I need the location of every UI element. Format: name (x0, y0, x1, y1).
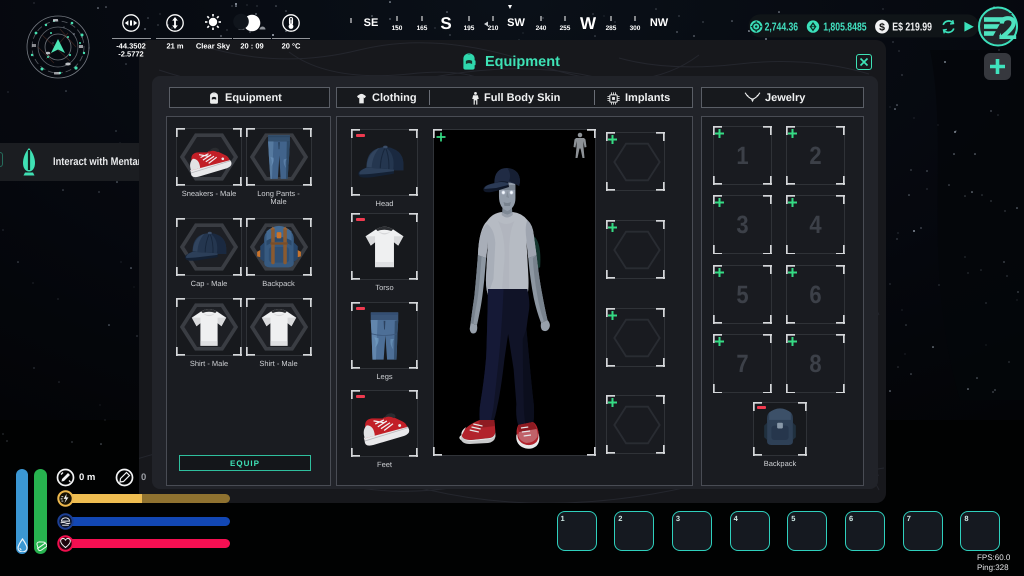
svg-text:150: 150 (392, 25, 403, 32)
svg-text:1,805.8485: 1,805.8485 (823, 22, 867, 34)
svg-text:2,744.36: 2,744.36 (765, 22, 799, 34)
svg-text:240: 240 (536, 25, 547, 32)
svg-text:300: 300 (630, 25, 641, 32)
svg-text:Clear Sky: Clear Sky (196, 42, 231, 51)
svg-text:-2.5772: -2.5772 (118, 50, 143, 59)
svg-text:S: S (440, 14, 451, 33)
svg-text:210: 210 (488, 25, 499, 32)
svg-text:255: 255 (560, 25, 571, 32)
svg-text:285: 285 (606, 25, 617, 32)
svg-text:20 °C: 20 °C (282, 42, 301, 51)
svg-text:W: W (580, 14, 597, 33)
svg-text:$: $ (879, 22, 885, 34)
svg-text:E$ 219.99: E$ 219.99 (892, 22, 932, 34)
svg-text:165: 165 (417, 25, 428, 32)
svg-text:NW: NW (650, 17, 669, 29)
svg-text:195: 195 (464, 25, 475, 32)
svg-text:SW: SW (507, 17, 525, 29)
svg-text:SE: SE (364, 17, 379, 29)
svg-text:21 m: 21 m (166, 42, 183, 51)
svg-text:20 : 09: 20 : 09 (240, 42, 263, 51)
